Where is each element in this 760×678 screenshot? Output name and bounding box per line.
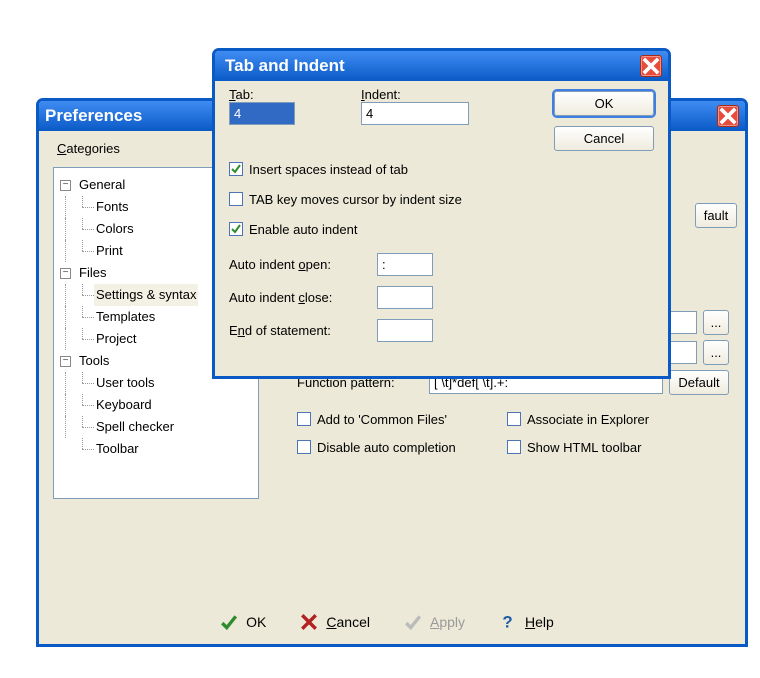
add-to-common-files-check[interactable]: Add to 'Common Files' [297, 407, 507, 431]
checkbox-checked-icon [229, 222, 243, 236]
associate-in-explorer-check[interactable]: Associate in Explorer [507, 407, 717, 431]
checkbox-icon [507, 440, 521, 454]
tab-key-moves-cursor-check[interactable]: TAB key moves cursor by indent size [229, 187, 462, 211]
default-pattern-button[interactable]: Default [669, 370, 729, 395]
browse-syntax-button[interactable]: ... [703, 310, 729, 335]
collapse-icon[interactable]: − [60, 180, 71, 191]
preferences-title: Preferences [45, 106, 142, 126]
apply-icon [404, 613, 422, 631]
auto-indent-open-input[interactable]: : [377, 253, 433, 276]
close-icon[interactable] [640, 55, 662, 77]
show-html-toolbar-check[interactable]: Show HTML toolbar [507, 435, 717, 459]
apply-button: Apply [404, 613, 465, 631]
end-of-statement-input[interactable] [377, 319, 433, 342]
tab-and-indent-dialog: Tab and Indent Tab: 4 Indent: 4 OK Cance… [212, 48, 671, 379]
collapse-icon[interactable]: − [60, 356, 71, 367]
close-icon[interactable] [717, 105, 739, 127]
enable-auto-indent-check[interactable]: Enable auto indent [229, 217, 462, 241]
tab-input[interactable]: 4 [229, 102, 295, 125]
cancel-button[interactable]: Cancel [300, 613, 370, 631]
tab-and-indent-title: Tab and Indent [225, 56, 345, 76]
auto-indent-open-label: Auto indent open: [229, 257, 369, 272]
cancel-button[interactable]: Cancel [554, 126, 654, 151]
categories-label: Categories [57, 141, 120, 156]
default-button-partial[interactable]: fault [695, 203, 737, 228]
svg-text:?: ? [502, 613, 512, 631]
ok-button[interactable]: OK [220, 613, 266, 631]
ok-button[interactable]: OK [554, 91, 654, 116]
help-button[interactable]: ? Help [499, 613, 554, 631]
indent-input[interactable]: 4 [361, 102, 469, 125]
checkbox-checked-icon [229, 162, 243, 176]
checkbox-icon [297, 440, 311, 454]
question-icon: ? [499, 613, 517, 631]
end-of-statement-label: End of statement: [229, 323, 369, 338]
checkbox-icon [229, 192, 243, 206]
checkbox-icon [297, 412, 311, 426]
checkbox-icon [507, 412, 521, 426]
tree-node-spell-checker[interactable]: Spell checker [60, 416, 252, 438]
indent-label: Indent: [361, 87, 469, 102]
auto-indent-close-label: Auto indent close: [229, 290, 369, 305]
browse-autocompletion-button[interactable]: ... [703, 340, 729, 365]
tab-and-indent-titlebar: Tab and Indent [215, 51, 668, 81]
tree-node-toolbar[interactable]: Toolbar [60, 438, 252, 460]
collapse-icon[interactable]: − [60, 268, 71, 279]
disable-auto-completion-check[interactable]: Disable auto completion [297, 435, 507, 459]
auto-indent-close-input[interactable] [377, 286, 433, 309]
cross-icon [300, 613, 318, 631]
check-icon [220, 613, 238, 631]
insert-spaces-check[interactable]: Insert spaces instead of tab [229, 157, 462, 181]
preferences-button-bar: OK Cancel Apply ? Help [39, 600, 745, 644]
tab-label: Tab: [229, 87, 295, 102]
tree-node-keyboard[interactable]: Keyboard [60, 394, 252, 416]
